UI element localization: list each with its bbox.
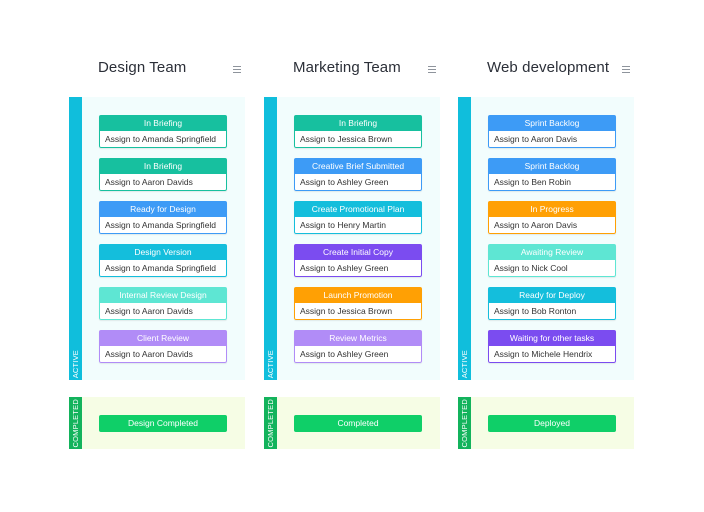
card-assignee: Assign to Nick Cool: [488, 260, 616, 277]
card-status: Internal Review Design: [99, 287, 227, 303]
task-card[interactable]: Waiting for other tasks Assign to Michel…: [488, 330, 616, 363]
card-status: Ready for Design: [99, 201, 227, 217]
card-assignee: Assign to Henry Martin: [294, 217, 422, 234]
completed-lane-band: COMPLETED: [458, 397, 471, 449]
card-assignee: Assign to Amanda Springfield: [99, 260, 227, 277]
card-assignee: Assign to Ashley Green: [294, 260, 422, 277]
task-card[interactable]: In Briefing Assign to Aaron Davids: [99, 158, 227, 191]
card-status: Review Metrics: [294, 330, 422, 346]
task-card[interactable]: Ready for Design Assign to Amanda Spring…: [99, 201, 227, 234]
card-status: In Briefing: [99, 115, 227, 131]
completed-lane-label: COMPLETED: [71, 398, 80, 447]
card-assignee: Assign to Aaron Davis: [488, 217, 616, 234]
card-status: Create Initial Copy: [294, 244, 422, 260]
active-lane-label: ACTIVE: [71, 349, 80, 378]
card-status: Sprint Backlog: [488, 115, 616, 131]
completed-lane: COMPLETED Design Completed: [69, 397, 245, 449]
active-lane-band: ACTIVE: [264, 97, 277, 380]
task-card[interactable]: Launch Promotion Assign to Jessica Brown: [294, 287, 422, 320]
completed-lane: COMPLETED Completed: [264, 397, 440, 449]
column-title: Web development: [487, 59, 610, 76]
task-card[interactable]: Creative Brief Submitted Assign to Ashle…: [294, 158, 422, 191]
card-status: Client Review: [99, 330, 227, 346]
card-assignee: Assign to Ben Robin: [488, 174, 616, 191]
card-status: Waiting for other tasks: [488, 330, 616, 346]
column-title: Design Team: [98, 59, 187, 76]
board-column-marketing-team: Marketing Team ACTIVE In Briefing Assign…: [264, 0, 440, 512]
completed-status-card[interactable]: Design Completed: [99, 415, 227, 432]
task-card[interactable]: Ready for Deploy Assign to Bob Ronton: [488, 287, 616, 320]
task-card[interactable]: Client Review Assign to Aaron Davids: [99, 330, 227, 363]
active-lane-label: ACTIVE: [460, 349, 469, 378]
completed-lane: COMPLETED Deployed: [458, 397, 634, 449]
active-lane: ACTIVE Sprint Backlog Assign to Aaron Da…: [458, 97, 634, 380]
column-title: Marketing Team: [293, 59, 401, 76]
completed-lane-band: COMPLETED: [264, 397, 277, 449]
hamburger-menu-icon[interactable]: [428, 66, 436, 73]
card-assignee: Assign to Jessica Brown: [294, 303, 422, 320]
card-assignee: Assign to Aaron Davids: [99, 346, 227, 363]
active-lane: ACTIVE In Briefing Assign to Jessica Bro…: [264, 97, 440, 380]
card-status: In Progress: [488, 201, 616, 217]
task-card[interactable]: Internal Review Design Assign to Aaron D…: [99, 287, 227, 320]
card-status: Design Version: [99, 244, 227, 260]
card-assignee: Assign to Amanda Springfield: [99, 131, 227, 148]
completed-status-card[interactable]: Deployed: [488, 415, 616, 432]
active-lane-band: ACTIVE: [458, 97, 471, 380]
card-assignee: Assign to Aaron Davids: [99, 174, 227, 191]
task-card[interactable]: Sprint Backlog Assign to Ben Robin: [488, 158, 616, 191]
active-lane-band: ACTIVE: [69, 97, 82, 380]
card-status: Launch Promotion: [294, 287, 422, 303]
board-column-web-development: Web development ACTIVE Sprint Backlog As…: [458, 0, 634, 512]
card-status: Creative Brief Submitted: [294, 158, 422, 174]
hamburger-menu-icon[interactable]: [233, 66, 241, 73]
card-status: Awaiting Review: [488, 244, 616, 260]
task-card[interactable]: In Progress Assign to Aaron Davis: [488, 201, 616, 234]
card-status: Create Promotional Plan: [294, 201, 422, 217]
card-status: Ready for Deploy: [488, 287, 616, 303]
completed-lane-band: COMPLETED: [69, 397, 82, 449]
task-card[interactable]: Design Version Assign to Amanda Springfi…: [99, 244, 227, 277]
card-assignee: Assign to Aaron Davids: [99, 303, 227, 320]
task-card[interactable]: In Briefing Assign to Amanda Springfield: [99, 115, 227, 148]
task-card[interactable]: Create Promotional Plan Assign to Henry …: [294, 201, 422, 234]
task-card[interactable]: Create Initial Copy Assign to Ashley Gre…: [294, 244, 422, 277]
task-card[interactable]: Awaiting Review Assign to Nick Cool: [488, 244, 616, 277]
completed-status-card[interactable]: Completed: [294, 415, 422, 432]
card-assignee: Assign to Amanda Springfield: [99, 217, 227, 234]
card-assignee: Assign to Michele Hendrix: [488, 346, 616, 363]
card-status: In Briefing: [294, 115, 422, 131]
card-status: In Briefing: [99, 158, 227, 174]
hamburger-menu-icon[interactable]: [622, 66, 630, 73]
card-assignee: Assign to Ashley Green: [294, 174, 422, 191]
active-lane: ACTIVE In Briefing Assign to Amanda Spri…: [69, 97, 245, 380]
task-card[interactable]: Review Metrics Assign to Ashley Green: [294, 330, 422, 363]
task-card[interactable]: Sprint Backlog Assign to Aaron Davis: [488, 115, 616, 148]
task-card[interactable]: In Briefing Assign to Jessica Brown: [294, 115, 422, 148]
card-status: Sprint Backlog: [488, 158, 616, 174]
completed-lane-label: COMPLETED: [266, 398, 275, 447]
board-column-design-team: Design Team ACTIVE In Briefing Assign to…: [69, 0, 245, 512]
active-lane-label: ACTIVE: [266, 349, 275, 378]
completed-lane-label: COMPLETED: [460, 398, 469, 447]
card-assignee: Assign to Jessica Brown: [294, 131, 422, 148]
card-assignee: Assign to Aaron Davis: [488, 131, 616, 148]
card-assignee: Assign to Ashley Green: [294, 346, 422, 363]
card-assignee: Assign to Bob Ronton: [488, 303, 616, 320]
